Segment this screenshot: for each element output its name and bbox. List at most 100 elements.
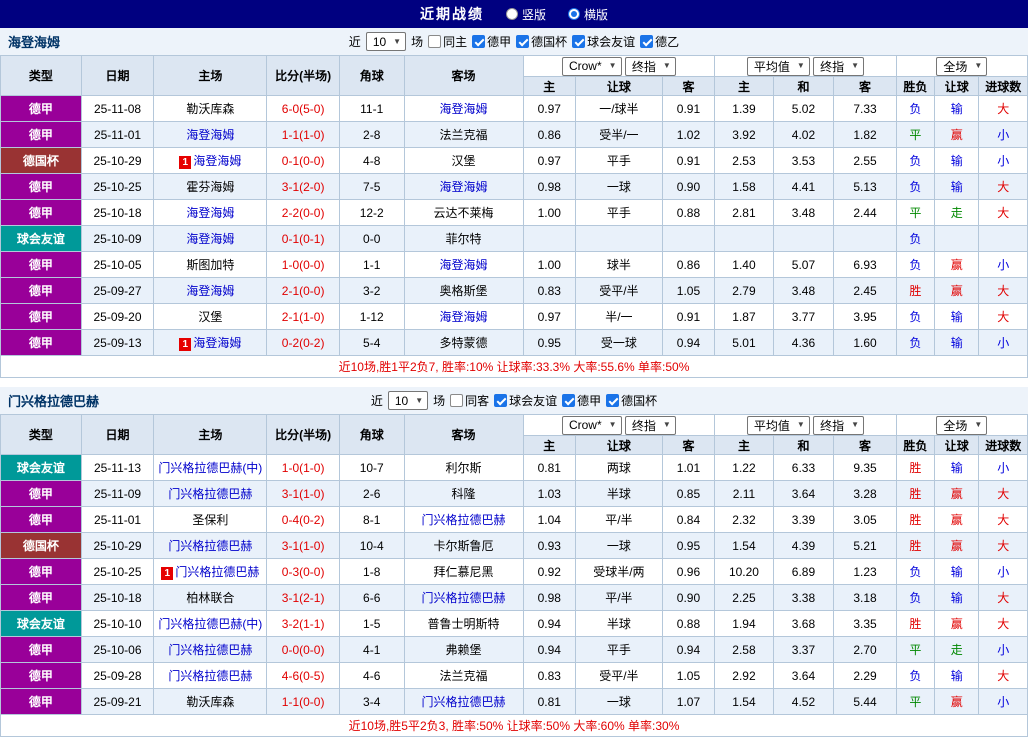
filter-checkbox-德国杯[interactable]: 德国杯 xyxy=(606,392,657,409)
layout-vertical-radio[interactable]: 竖版 xyxy=(506,6,546,23)
match-row: 球会友谊25-10-09海登海姆0-1(0-1)0-0菲尔特负 xyxy=(1,226,1028,252)
result-outcome: 负 xyxy=(896,252,934,278)
filter-checkbox-德甲[interactable]: 德甲 xyxy=(562,392,601,409)
asia-line: 一球 xyxy=(575,689,662,715)
col-type: 类型 xyxy=(1,56,82,96)
result-handicap: 赢 xyxy=(935,689,979,715)
asia-home-odds: 0.83 xyxy=(523,278,575,304)
euro-final-odds-select[interactable]: 终指▼ xyxy=(813,57,864,76)
asia-away-odds: 0.88 xyxy=(662,200,714,226)
team-band: 海登海姆 近10▼场同主德甲德国杯球会友谊德乙 xyxy=(0,28,1028,55)
filter-checkbox-同主[interactable]: 同主 xyxy=(428,33,467,50)
euro-average-select[interactable]: 平均值▼ xyxy=(747,57,810,76)
filter-label: 德国杯 xyxy=(531,33,567,50)
avg-draw-odds: 5.07 xyxy=(773,252,834,278)
asia-line: 平手 xyxy=(575,148,662,174)
filter-checkbox-同客[interactable]: 同客 xyxy=(450,392,489,409)
away-team-name: 多特蒙德 xyxy=(440,336,488,350)
team-name: 海登海姆 xyxy=(8,32,60,51)
match-row: 德甲25-10-05斯图加特1-0(0-0)1-1海登海姆1.00球半0.861… xyxy=(1,252,1028,278)
col-home: 主场 xyxy=(154,415,267,455)
avg-away-odds: 5.13 xyxy=(834,174,897,200)
league-badge: 球会友谊 xyxy=(1,455,82,481)
home-team: 门兴格拉德巴赫 xyxy=(154,533,267,559)
filter-checkbox-德甲[interactable]: 德甲 xyxy=(472,33,511,50)
team-section-heidenheim: 海登海姆 近10▼场同主德甲德国杯球会友谊德乙 类型 日期 主场 比分(半场) … xyxy=(0,28,1028,378)
select-value: 10 xyxy=(373,35,386,49)
home-team: 门兴格拉德巴赫 xyxy=(154,481,267,507)
avg-home-odds: 1.40 xyxy=(715,252,774,278)
euro-final-odds-select[interactable]: 终指▼ xyxy=(813,416,864,435)
filter-label: 德乙 xyxy=(655,33,679,50)
avg-draw-odds: 3.38 xyxy=(773,585,834,611)
chevron-down-icon: ▼ xyxy=(851,421,859,429)
result-handicap: 输 xyxy=(935,585,979,611)
home-team: 海登海姆 xyxy=(154,122,267,148)
asia-line: 一/球半 xyxy=(575,96,662,122)
euro-average-select[interactable]: 平均值▼ xyxy=(747,416,810,435)
league-badge: 德甲 xyxy=(1,252,82,278)
score: 1-0(1-0) xyxy=(267,455,340,481)
result-handicap: 赢 xyxy=(935,611,979,637)
match-date: 25-10-09 xyxy=(81,226,154,252)
league-badge: 德甲 xyxy=(1,96,82,122)
col-avg-home: 主 xyxy=(715,436,774,455)
team-band: 门兴格拉德巴赫 近10▼场同客球会友谊德甲德国杯 xyxy=(0,387,1028,414)
result-goals: 小 xyxy=(979,637,1028,663)
filter-checkbox-德乙[interactable]: 德乙 xyxy=(640,33,679,50)
filter-checkbox-球会友谊[interactable]: 球会友谊 xyxy=(494,392,557,409)
away-team-name: 普鲁士明斯特 xyxy=(428,617,500,631)
avg-home-odds: 10.20 xyxy=(715,559,774,585)
col-avg-home: 主 xyxy=(715,77,774,96)
layout-horizontal-radio[interactable]: 横版 xyxy=(568,6,608,23)
col-asia-away: 客 xyxy=(662,77,714,96)
corners: 8-1 xyxy=(339,507,404,533)
filter-label: 球会友谊 xyxy=(509,392,557,409)
asia-away-odds: 1.01 xyxy=(662,455,714,481)
result-goals: 大 xyxy=(979,96,1028,122)
scope-select[interactable]: 全场▼ xyxy=(936,416,987,435)
col-away: 客场 xyxy=(404,415,523,455)
score: 1-0(0-0) xyxy=(267,252,340,278)
league-badge: 德甲 xyxy=(1,585,82,611)
scope-select[interactable]: 全场▼ xyxy=(936,57,987,76)
select-value: 全场 xyxy=(943,58,967,75)
col-corner: 角球 xyxy=(339,56,404,96)
filter-checkbox-球会友谊[interactable]: 球会友谊 xyxy=(572,33,635,50)
home-team: 1门兴格拉德巴赫 xyxy=(154,559,267,585)
select-value: 10 xyxy=(395,394,408,408)
match-date: 25-10-25 xyxy=(81,559,154,585)
euro-odds-group: 平均值▼ 终指▼ xyxy=(715,415,897,436)
corners: 2-6 xyxy=(339,481,404,507)
avg-home-odds: 1.54 xyxy=(715,533,774,559)
odds-provider-select[interactable]: Crow*▼ xyxy=(562,416,622,435)
home-team-name: 圣保利 xyxy=(192,513,228,527)
filter-checkbox-德国杯[interactable]: 德国杯 xyxy=(516,33,567,50)
asia-away-odds: 1.05 xyxy=(662,278,714,304)
home-team-name: 门兴格拉德巴赫 xyxy=(175,565,259,579)
match-row: 德甲25-11-09门兴格拉德巴赫3-1(1-0)2-6科隆1.03半球0.85… xyxy=(1,481,1028,507)
avg-draw-odds: 3.53 xyxy=(773,148,834,174)
col-type: 类型 xyxy=(1,415,82,455)
summary-row: 近10场,胜1平2负7, 胜率:10% 让球率:33.3% 大率:55.6% 单… xyxy=(1,356,1028,378)
avg-draw-odds: 3.64 xyxy=(773,481,834,507)
avg-draw-odds: 4.36 xyxy=(773,330,834,356)
match-count-select[interactable]: 10▼ xyxy=(388,391,428,410)
away-team-name: 海登海姆 xyxy=(440,102,488,116)
score: 0-1(0-0) xyxy=(267,148,340,174)
asia-final-odds-select[interactable]: 终指▼ xyxy=(625,57,676,76)
result-handicap: 赢 xyxy=(935,252,979,278)
col-date: 日期 xyxy=(81,415,154,455)
away-team: 法兰克福 xyxy=(404,663,523,689)
asia-home-odds: 1.00 xyxy=(523,252,575,278)
asia-final-odds-select[interactable]: 终指▼ xyxy=(625,416,676,435)
asia-home-odds xyxy=(523,226,575,252)
avg-away-odds: 2.45 xyxy=(834,278,897,304)
result-outcome: 平 xyxy=(896,122,934,148)
league-badge: 德甲 xyxy=(1,330,82,356)
league-badge: 德甲 xyxy=(1,663,82,689)
away-team-name: 奥格斯堡 xyxy=(440,284,488,298)
select-value: 平均值 xyxy=(754,417,790,434)
match-count-select[interactable]: 10▼ xyxy=(366,32,406,51)
odds-provider-select[interactable]: Crow*▼ xyxy=(562,57,622,76)
